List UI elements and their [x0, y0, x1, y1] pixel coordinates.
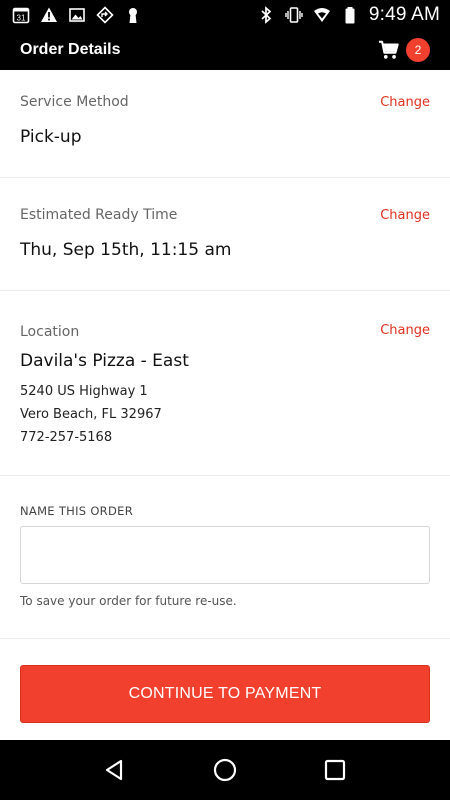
calendar-icon: 31	[12, 6, 30, 24]
home-icon[interactable]	[205, 750, 245, 790]
location-name: Davila's Pizza - East	[20, 351, 189, 371]
service-method-section: Service Method Change Pick-up	[0, 70, 450, 178]
wifi-icon	[313, 6, 331, 24]
location-phone: 772-257-5168	[20, 430, 113, 445]
vibrate-icon	[285, 6, 303, 24]
cart-count-badge: 2	[406, 38, 430, 62]
bluetooth-icon	[257, 6, 275, 24]
page-title: Order Details	[20, 41, 121, 58]
ready-time-label: Estimated Ready Time	[20, 207, 178, 223]
cart-button[interactable]: 2	[378, 38, 430, 62]
order-details-content: Service Method Change Pick-up Estimated …	[0, 70, 450, 740]
location-address-line2: Vero Beach, FL 32967	[20, 407, 162, 422]
service-method-label: Service Method	[20, 94, 129, 110]
system-nav-bar	[0, 740, 450, 800]
ready-time-value: Thu, Sep 15th, 11:15 am	[20, 240, 232, 260]
image-icon	[68, 6, 86, 24]
status-bar: 31 9:49 AM	[0, 0, 450, 30]
ready-time-section: Estimated Ready Time Change Thu, Sep 15t…	[0, 178, 450, 291]
status-right-icons: 9:49 AM	[257, 4, 440, 26]
order-name-label: NAME THIS ORDER	[20, 504, 133, 518]
calendar-day-text: 31	[17, 14, 26, 23]
change-service-method-link[interactable]: Change	[380, 95, 430, 110]
continue-to-payment-button[interactable]: CONTINUE TO PAYMENT	[20, 665, 430, 723]
app-bar: Order Details 2	[0, 30, 450, 70]
status-left-icons: 31	[12, 6, 142, 24]
cart-icon[interactable]	[378, 39, 400, 61]
location-section: Location Change Davila's Pizza - East 52…	[0, 291, 450, 476]
order-name-input[interactable]	[20, 526, 430, 584]
location-label: Location	[20, 324, 80, 340]
back-icon[interactable]	[95, 750, 135, 790]
service-method-value: Pick-up	[20, 127, 82, 147]
change-location-link[interactable]: Change	[380, 323, 430, 338]
order-name-hint: To save your order for future re-use.	[20, 594, 237, 608]
keyhole-icon	[124, 6, 142, 24]
location-address-line1: 5240 US Highway 1	[20, 384, 148, 399]
battery-icon	[341, 6, 359, 24]
change-ready-time-link[interactable]: Change	[380, 208, 430, 223]
nav-arrow-icon	[96, 6, 114, 24]
section-divider	[0, 638, 450, 639]
warning-icon	[40, 6, 58, 24]
recents-icon[interactable]	[315, 750, 355, 790]
status-clock: 9:49 AM	[368, 4, 440, 25]
